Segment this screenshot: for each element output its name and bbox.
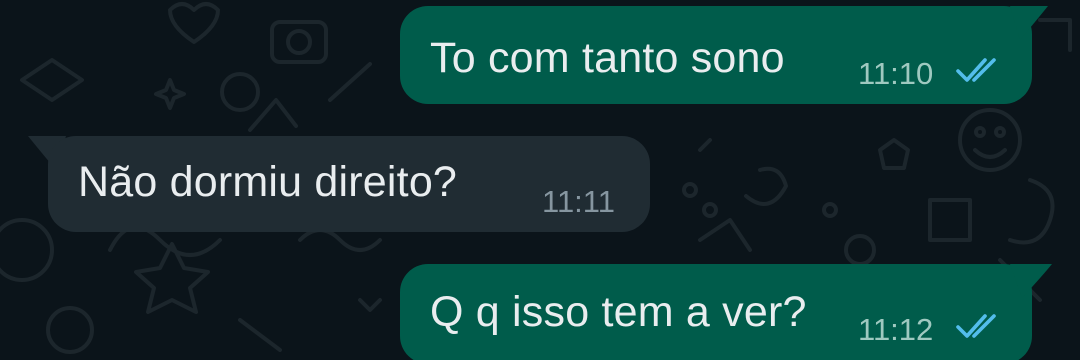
chat-conversation: To com tanto sono 11:10 Não dormiu direi… — [0, 0, 1080, 360]
message-bubble-outgoing[interactable]: To com tanto sono 11:10 — [400, 6, 1032, 104]
double-check-read-icon — [956, 314, 996, 338]
double-check-read-icon — [956, 58, 996, 82]
message-time: 11:11 — [542, 184, 615, 219]
message-text: Não dormiu direito? — [78, 158, 458, 206]
bubble-tail-outgoing — [1010, 6, 1048, 40]
message-bubble-outgoing[interactable]: Q q isso tem a ver? 11:12 — [400, 264, 1032, 360]
message-text: Q q isso tem a ver? — [430, 288, 807, 336]
message-time: 11:10 — [858, 56, 934, 91]
message-time: 11:12 — [858, 312, 934, 347]
message-bubble-incoming[interactable]: Não dormiu direito? 11:11 — [48, 136, 650, 232]
message-text: To com tanto sono — [430, 34, 785, 82]
bubble-tail-outgoing — [1010, 264, 1052, 298]
